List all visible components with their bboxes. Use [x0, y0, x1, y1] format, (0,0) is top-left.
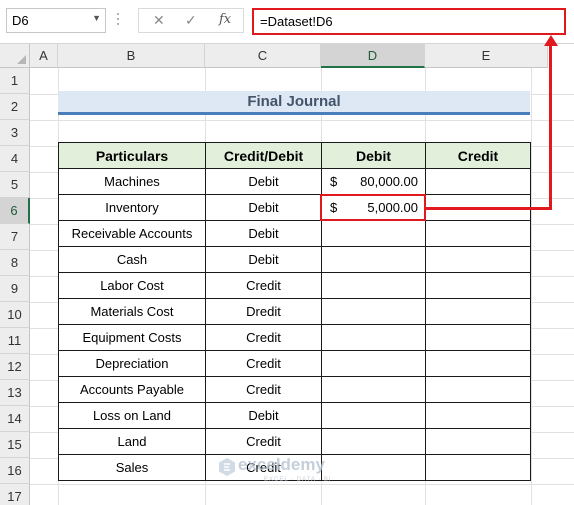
particulars-cell[interactable]: Inventory [58, 194, 206, 221]
formula-buttons: ✕ ✓ fx [138, 8, 244, 33]
particulars-cell[interactable]: Land [58, 428, 206, 455]
formula-input[interactable]: =Dataset!D6 [252, 8, 566, 35]
credit-debit-cell[interactable]: Credit [205, 324, 322, 351]
particulars-cell[interactable]: Loss on Land [58, 402, 206, 429]
credit-cell[interactable] [425, 272, 531, 299]
row-header-1[interactable]: 1 [0, 68, 30, 94]
insert-function-icon[interactable]: fx [219, 12, 231, 27]
credit-cell[interactable] [425, 428, 531, 455]
row-header-8[interactable]: 8 [0, 250, 30, 276]
arrow-line-vertical [549, 44, 552, 209]
credit-cell[interactable] [425, 402, 531, 429]
table-header-cell[interactable]: Credit [425, 142, 531, 169]
row-header-11[interactable]: 11 [0, 328, 30, 354]
credit-cell[interactable] [425, 454, 531, 481]
debit-cell[interactable]: $80,000.00 [321, 168, 426, 195]
credit-cell[interactable] [425, 350, 531, 377]
arrow-head-icon [544, 35, 558, 46]
chevron-down-icon[interactable]: ▼ [92, 13, 101, 23]
formula-text: =Dataset!D6 [260, 14, 333, 29]
credit-debit-cell[interactable]: Debit [205, 194, 322, 221]
credit-debit-cell[interactable]: Credit [205, 350, 322, 377]
drag-handle-icon[interactable] [117, 13, 120, 29]
credit-cell[interactable] [425, 324, 531, 351]
credit-debit-cell[interactable]: Debit [205, 168, 322, 195]
credit-debit-cell[interactable]: Debit [205, 402, 322, 429]
particulars-cell[interactable]: Receivable Accounts [58, 220, 206, 247]
debit-cell[interactable] [321, 298, 426, 325]
watermark-tagline: EXCEL · DATA · BI [264, 477, 332, 483]
table-header-cell[interactable]: Particulars [58, 142, 206, 169]
row-header-10[interactable]: 10 [0, 302, 30, 328]
debit-cell[interactable] [321, 428, 426, 455]
gridline-horizontal [30, 484, 574, 485]
cancel-icon[interactable]: ✕ [153, 12, 165, 29]
row-header-9[interactable]: 9 [0, 276, 30, 302]
active-cell-highlight [320, 194, 426, 221]
credit-cell[interactable] [425, 168, 531, 195]
formula-bar: D6 ▼ ✕ ✓ fx =Dataset!D6 [0, 0, 574, 44]
enter-icon[interactable]: ✓ [185, 12, 197, 29]
particulars-cell[interactable]: Cash [58, 246, 206, 273]
credit-cell[interactable] [425, 376, 531, 403]
particulars-cell[interactable]: Accounts Payable [58, 376, 206, 403]
table-header-cell[interactable]: Debit [321, 142, 426, 169]
select-all-corner[interactable] [0, 44, 30, 68]
currency-symbol: $ [330, 174, 338, 189]
credit-debit-cell[interactable]: Debit [205, 220, 322, 247]
credit-debit-cell[interactable]: Dredit [205, 298, 322, 325]
row-header-15[interactable]: 15 [0, 432, 30, 458]
row-header-3[interactable]: 3 [0, 120, 30, 146]
debit-cell[interactable] [321, 272, 426, 299]
gridline-vertical [531, 68, 532, 505]
row-header-6[interactable]: 6 [0, 198, 30, 224]
particulars-cell[interactable]: Machines [58, 168, 206, 195]
name-box[interactable]: D6 ▼ [6, 8, 106, 33]
debit-amount: 80,000.00 [360, 174, 418, 189]
row-header-14[interactable]: 14 [0, 406, 30, 432]
column-header-b[interactable]: B [58, 44, 205, 68]
credit-cell[interactable] [425, 246, 531, 273]
credit-cell[interactable] [425, 220, 531, 247]
particulars-cell[interactable]: Materials Cost [58, 298, 206, 325]
row-header-5[interactable]: 5 [0, 172, 30, 198]
row-header-4[interactable]: 4 [0, 146, 30, 172]
credit-debit-cell[interactable]: Debit [205, 246, 322, 273]
exceldemy-logo-icon [219, 458, 235, 476]
credit-debit-cell[interactable]: Credit [205, 376, 322, 403]
debit-cell[interactable] [321, 220, 426, 247]
gridline-horizontal [30, 120, 574, 121]
row-header-7[interactable]: 7 [0, 224, 30, 250]
row-header-12[interactable]: 12 [0, 354, 30, 380]
column-header-e[interactable]: E [425, 44, 548, 68]
column-header-a[interactable]: A [30, 44, 58, 68]
column-header-d[interactable]: D [321, 44, 425, 68]
debit-cell[interactable] [321, 246, 426, 273]
credit-debit-cell[interactable]: Credit [205, 428, 322, 455]
row-header-17[interactable]: 17 [0, 484, 30, 505]
debit-cell[interactable] [321, 402, 426, 429]
credit-cell[interactable] [425, 298, 531, 325]
debit-cell[interactable] [321, 454, 426, 481]
arrow-line-horizontal [426, 207, 552, 210]
particulars-cell[interactable]: Depreciation [58, 350, 206, 377]
particulars-cell[interactable]: Equipment Costs [58, 324, 206, 351]
particulars-cell[interactable]: Labor Cost [58, 272, 206, 299]
page-title: Final Journal [58, 91, 530, 115]
debit-cell[interactable] [321, 376, 426, 403]
column-header-c[interactable]: C [205, 44, 321, 68]
table-header-cell[interactable]: Credit/Debit [205, 142, 322, 169]
row-header-16[interactable]: 16 [0, 458, 30, 484]
credit-debit-cell[interactable]: Credit [205, 272, 322, 299]
debit-cell[interactable] [321, 324, 426, 351]
debit-cell[interactable] [321, 350, 426, 377]
particulars-cell[interactable]: Sales [58, 454, 206, 481]
row-header-13[interactable]: 13 [0, 380, 30, 406]
watermark-name: exceldemy [238, 455, 325, 474]
row-header-2[interactable]: 2 [0, 94, 30, 120]
name-box-value: D6 [12, 13, 29, 28]
